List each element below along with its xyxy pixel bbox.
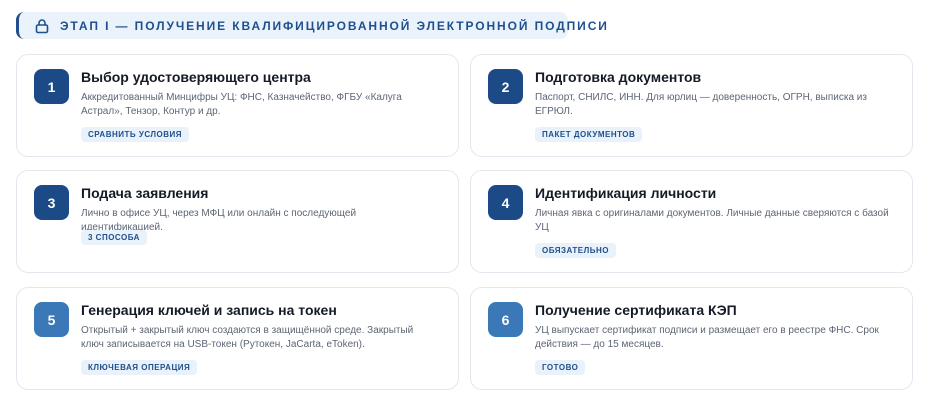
step-description: Аккредитованный Минцифры УЦ: ФНС, Казнач… — [81, 92, 402, 117]
step-card-4[interactable]: 4 Идентификация личности Личная явка с о… — [470, 170, 913, 273]
step-title: Идентификация личности — [535, 185, 717, 201]
step-number-badge: 4 — [488, 185, 523, 220]
step-tag[interactable]: ПАКЕТ ДОКУМЕНТОВ — [535, 127, 643, 142]
step-card-6[interactable]: 6 Получение сертификата КЭП УЦ выпускает… — [470, 287, 913, 390]
step-card-3[interactable]: 3 Подача заявления Лично в офисе УЦ, чер… — [16, 170, 459, 273]
step-title: Подача заявления — [81, 185, 209, 201]
step-title: Выбор удостоверяющего центра — [81, 69, 311, 85]
step-card-5[interactable]: 5 Генерация ключей и запись на токен Отк… — [16, 287, 459, 390]
step-card-1[interactable]: 1 Выбор удостоверяющего центра Аккредито… — [16, 54, 459, 157]
stage-header: ЭТАП I — ПОЛУЧЕНИЕ КВАЛИФИЦИРОВАННОЙ ЭЛЕ… — [16, 12, 607, 39]
step-tag[interactable]: СРАВНИТЬ УСЛОВИЯ — [81, 127, 190, 142]
step-description: Личная явка с оригиналами документов. Ли… — [535, 208, 889, 233]
lock-icon — [34, 18, 50, 34]
step-title: Генерация ключей и запись на токен — [81, 302, 337, 318]
step-title: Получение сертификата КЭП — [535, 302, 737, 318]
stage-title: ЭТАП I — ПОЛУЧЕНИЕ КВАЛИФИЦИРОВАННОЙ ЭЛЕ… — [60, 18, 609, 33]
step-number-badge: 3 — [34, 185, 69, 220]
step-tag[interactable]: КЛЮЧЕВАЯ ОПЕРАЦИЯ — [81, 360, 198, 375]
step-tag[interactable]: ОБЯЗАТЕЛЬНО — [535, 243, 616, 258]
step-description: Открытый + закрытый ключ создаются в защ… — [81, 325, 414, 350]
step-number-badge: 5 — [34, 302, 69, 337]
step-card-2[interactable]: 2 Подготовка документов Паспорт, СНИЛС, … — [470, 54, 913, 157]
step-description: УЦ выпускает сертификат подписи и размещ… — [535, 325, 879, 350]
step-number-badge: 2 — [488, 69, 523, 104]
step-number-badge: 1 — [34, 69, 69, 104]
step-number-badge: 6 — [488, 302, 523, 337]
step-description: Паспорт, СНИЛС, ИНН. Для юрлиц — доверен… — [535, 92, 867, 117]
step-title: Подготовка документов — [535, 69, 702, 85]
step-tag[interactable]: 3 СПОСОБА — [81, 230, 147, 245]
step-tag[interactable]: ГОТОВО — [535, 360, 586, 375]
